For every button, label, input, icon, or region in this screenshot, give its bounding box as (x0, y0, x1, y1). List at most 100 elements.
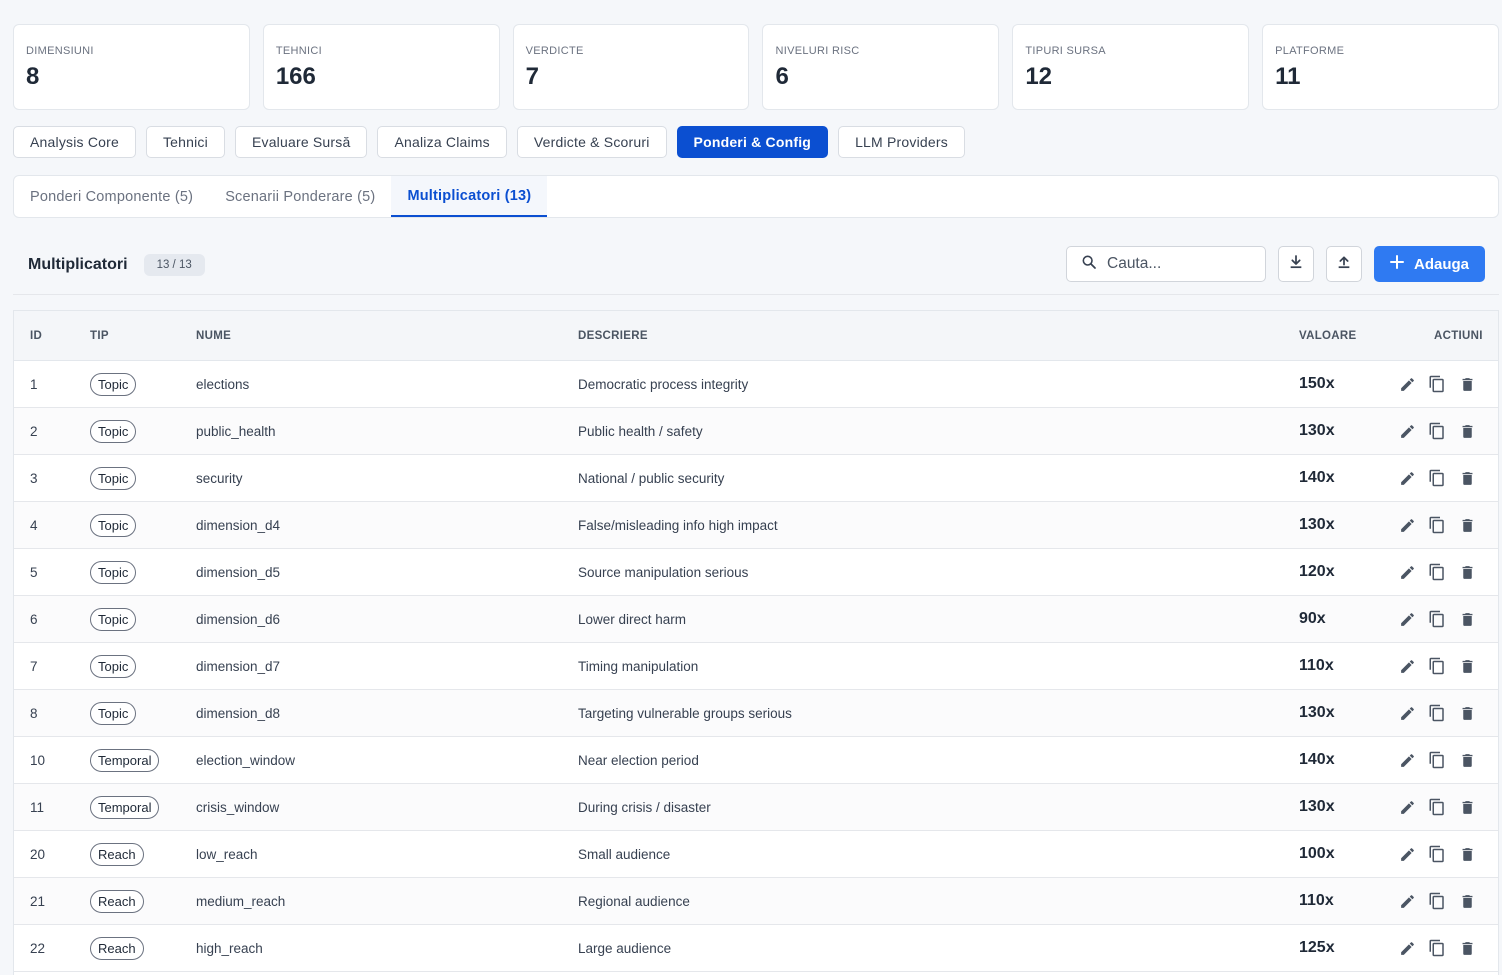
trash-icon[interactable] (1458, 892, 1476, 910)
cell-nume: dimension_d5 (196, 564, 281, 580)
type-tag: Topic (90, 466, 137, 490)
copy-icon[interactable] (1428, 939, 1446, 957)
upload-button[interactable] (1326, 246, 1362, 282)
tab-analysis-core[interactable]: Analysis Core (13, 126, 136, 158)
pencil-icon[interactable] (1398, 845, 1416, 863)
row-actions (1398, 563, 1476, 581)
trash-icon[interactable] (1458, 563, 1476, 581)
cell-tip: Temporal (90, 748, 160, 772)
search-input[interactable] (1107, 255, 1247, 273)
subtab-multiplicatori[interactable]: Multiplicatori (13) (391, 176, 548, 217)
cell-tip: Topic (90, 607, 137, 631)
header-tip: TIP (90, 329, 109, 342)
pencil-icon[interactable] (1398, 704, 1416, 722)
trash-icon[interactable] (1458, 939, 1476, 957)
cell-valoare: 90x (1299, 610, 1326, 627)
pencil-icon[interactable] (1398, 610, 1416, 628)
tab-evaluare-sursa[interactable]: Evaluare Sursă (234, 126, 368, 158)
copy-icon[interactable] (1428, 375, 1446, 393)
pencil-icon[interactable] (1398, 469, 1416, 487)
download-button[interactable] (1278, 246, 1314, 282)
trash-icon[interactable] (1458, 375, 1476, 393)
trash-icon[interactable] (1458, 751, 1476, 769)
trash-icon[interactable] (1458, 798, 1476, 816)
copy-icon[interactable] (1428, 657, 1446, 675)
tab-llm-providers[interactable]: LLM Providers (838, 126, 965, 158)
copy-icon[interactable] (1428, 610, 1446, 628)
pencil-icon[interactable] (1398, 939, 1416, 957)
pencil-icon[interactable] (1398, 751, 1416, 769)
subtab-ponderi-componente[interactable]: Ponderi Componente (5) (14, 176, 209, 217)
type-tag: Topic (90, 372, 137, 396)
stat-card-dimensiuni: DIMENSIUNI 8 (13, 24, 250, 110)
table-row: 2 Topic public_health Public health / safet… (14, 408, 1498, 455)
stat-label: PLATFORME (1275, 45, 1345, 57)
trash-icon[interactable] (1458, 422, 1476, 440)
pencil-icon[interactable] (1398, 422, 1416, 440)
panel-title: Multiplicatori (28, 255, 128, 273)
copy-icon[interactable] (1428, 892, 1446, 910)
header-actiuni: ACTIUNI (1434, 329, 1483, 342)
pencil-icon[interactable] (1398, 892, 1416, 910)
copy-icon[interactable] (1428, 751, 1446, 769)
pencil-icon[interactable] (1398, 798, 1416, 816)
trash-icon[interactable] (1458, 657, 1476, 675)
cell-nume: elections (196, 376, 250, 392)
trash-icon[interactable] (1458, 516, 1476, 534)
copy-icon[interactable] (1428, 422, 1446, 440)
upload-icon (1336, 254, 1352, 275)
pencil-icon[interactable] (1398, 563, 1416, 581)
cell-id: 7 (30, 658, 38, 674)
copy-icon[interactable] (1428, 563, 1446, 581)
stat-value: 7 (525, 63, 540, 90)
stats-bar: DIMENSIUNI 8 TEHNICI 166 VERDICTE 7 NIVE… (13, 24, 1499, 110)
copy-icon[interactable] (1428, 516, 1446, 534)
subtab-scenarii-ponderare[interactable]: Scenarii Ponderare (5) (209, 176, 391, 217)
row-actions (1398, 751, 1476, 769)
stat-label: NIVELURI RISC (775, 45, 860, 57)
pencil-icon[interactable] (1398, 516, 1416, 534)
type-tag: Temporal (90, 748, 160, 772)
trash-icon[interactable] (1458, 704, 1476, 722)
table-row: 20 Reach low_reach Small audience 100x (14, 831, 1498, 878)
cell-id: 4 (30, 517, 38, 533)
stat-value: 166 (275, 63, 316, 90)
plus-icon (1389, 255, 1404, 273)
cell-nume: public_health (196, 423, 276, 439)
row-actions (1398, 375, 1476, 393)
trash-icon[interactable] (1458, 845, 1476, 863)
cell-descriere: Near election period (578, 752, 699, 768)
pencil-icon[interactable] (1398, 375, 1416, 393)
cell-descriere: Regional audience (578, 893, 690, 909)
row-actions (1398, 516, 1476, 534)
stat-card-tehnici: TEHNICI 166 (262, 24, 500, 110)
trash-icon[interactable] (1458, 610, 1476, 628)
stat-value: 12 (1025, 63, 1053, 90)
trash-icon[interactable] (1458, 469, 1476, 487)
main-tabs: Analysis Core Tehnici Evaluare Sursă Ana… (13, 126, 965, 158)
search-icon (1067, 254, 1097, 275)
stat-card-verdicte: VERDICTE 7 (512, 24, 750, 110)
panel-header: Multiplicatori 13 / 13 Adauga (13, 235, 1499, 295)
cell-tip: Topic (90, 466, 137, 490)
stat-label: VERDICTE (525, 45, 584, 57)
copy-icon[interactable] (1428, 798, 1446, 816)
cell-nume: dimension_d4 (196, 517, 281, 533)
cell-id: 2 (30, 423, 38, 439)
copy-icon[interactable] (1428, 469, 1446, 487)
tab-verdicte-scoruri[interactable]: Verdicte & Scoruri (516, 126, 667, 158)
tab-analiza-claims[interactable]: Analiza Claims (377, 126, 507, 158)
cell-nume: dimension_d6 (196, 611, 281, 627)
copy-icon[interactable] (1428, 704, 1446, 722)
cell-tip: Reach (90, 842, 144, 866)
add-button[interactable]: Adauga (1374, 246, 1485, 282)
row-actions (1398, 657, 1476, 675)
cell-id: 20 (30, 846, 46, 862)
cell-id: 5 (30, 564, 38, 580)
tab-tehnici[interactable]: Tehnici (145, 126, 225, 158)
cell-tip: Topic (90, 654, 137, 678)
stat-card-platforme: PLATFORME 11 (1262, 24, 1499, 110)
tab-ponderi-config[interactable]: Ponderi & Config (676, 126, 829, 158)
copy-icon[interactable] (1428, 845, 1446, 863)
pencil-icon[interactable] (1398, 657, 1416, 675)
